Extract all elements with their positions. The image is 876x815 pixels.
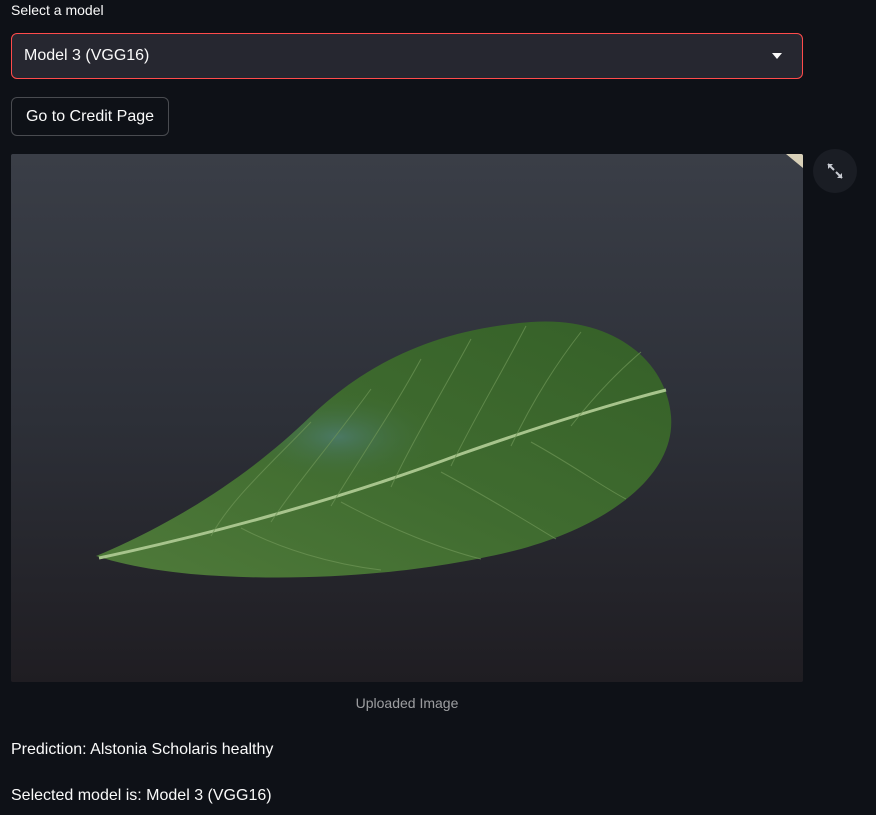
model-select[interactable]: Model 3 (VGG16): [11, 33, 803, 79]
model-select-label: Select a model: [11, 2, 104, 18]
selected-model-text: Selected model is: Model 3 (VGG16): [11, 787, 272, 804]
uploaded-image: [11, 154, 803, 682]
image-caption: Uploaded Image: [355, 695, 459, 711]
chevron-down-icon: [772, 53, 782, 59]
expand-icon: [827, 163, 843, 179]
model-select-value: Model 3 (VGG16): [24, 47, 150, 64]
credit-page-button[interactable]: Go to Credit Page: [11, 97, 169, 136]
fullscreen-button[interactable]: [813, 149, 857, 193]
prediction-text: Prediction: Alstonia Scholaris healthy: [11, 741, 274, 758]
